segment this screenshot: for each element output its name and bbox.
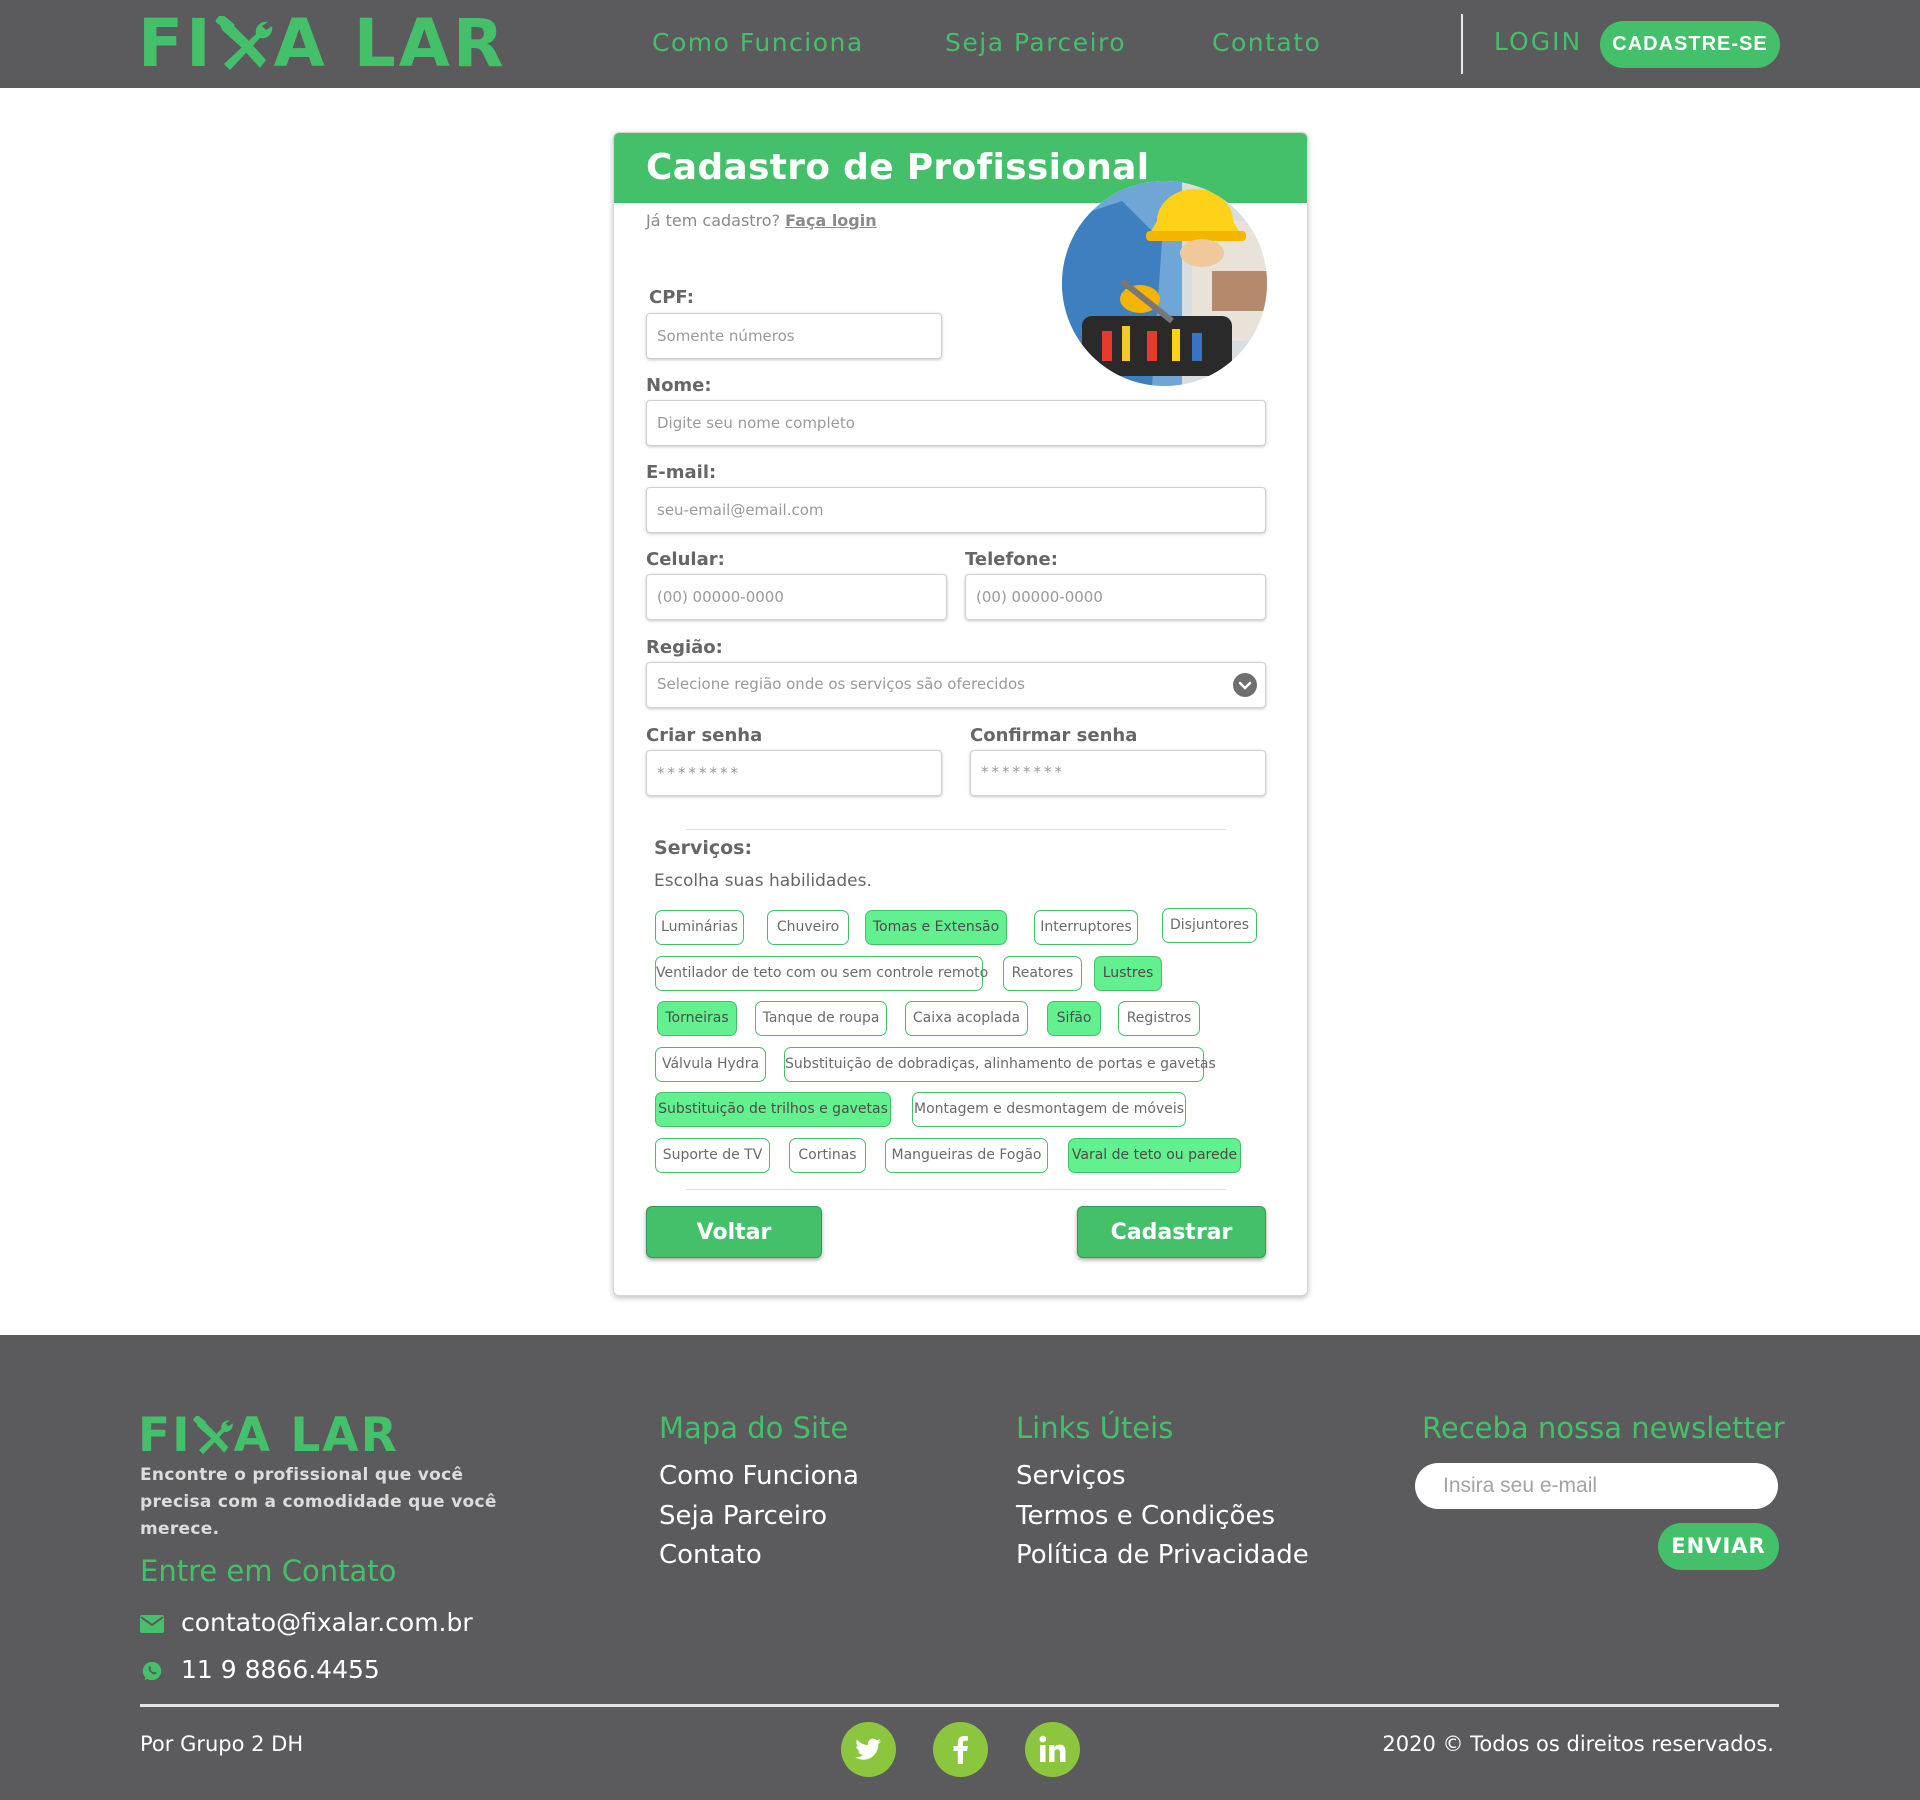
mobile-input[interactable] [646,574,947,620]
nav-contato[interactable]: Contato [1212,28,1321,57]
email-input[interactable] [646,487,1266,533]
mail-icon [140,1615,164,1633]
password-value: ******** [657,764,741,782]
service-chip[interactable]: Sifão [1047,1001,1101,1036]
twitter-icon[interactable] [841,1722,896,1777]
service-chip[interactable]: Tomas e Extensão [865,910,1007,945]
chevron-down-icon[interactable] [1233,673,1257,697]
services-subtitle: Escolha suas habilidades. [654,871,872,891]
region-select-placeholder: Selecione região onde os serviços são of… [657,675,1025,693]
site-footer: FI A LAR Encontre o profissional que você… [0,1335,1920,1800]
service-chip[interactable]: Torneiras [657,1001,737,1036]
service-chip[interactable]: Disjuntores [1162,908,1257,943]
tools-logo-icon [215,16,272,70]
newsletter-email-input[interactable] [1415,1463,1778,1509]
nav-como-funciona[interactable]: Como Funciona [652,28,864,57]
nav-seja-parceiro[interactable]: Seja Parceiro [945,28,1126,57]
region-label: Região: [646,637,723,658]
registration-card: Cadastro de Profissional Já tem cadastro… [613,132,1308,1296]
sitemap-title: Mapa do Site [659,1411,849,1445]
password-label: Criar senha [646,725,763,746]
service-chip[interactable]: Substituição de trilhos e gavetas [655,1092,891,1127]
contact-email-text: contato@fixalar.com.br [181,1608,473,1637]
service-chip[interactable]: Válvula Hydra [655,1047,766,1082]
divider [686,1189,1226,1190]
name-input[interactable] [646,400,1266,446]
mobile-label: Celular: [646,549,725,570]
footer-link-termos[interactable]: Termos e Condições [1016,1501,1275,1531]
service-chip[interactable]: Registros [1118,1001,1200,1036]
service-chip[interactable]: Cortinas [789,1138,866,1173]
login-prompt-link[interactable]: Faça login [785,211,876,230]
service-chip[interactable]: Caixa acoplada [905,1001,1028,1036]
tools-logo-icon [192,1416,233,1455]
newsletter-send-button[interactable]: ENVIAR [1658,1523,1779,1570]
footer-link-servicos[interactable]: Serviços [1016,1461,1126,1491]
email-label: E-mail: [646,462,717,483]
services-title: Serviços: [654,837,753,859]
top-navbar: FI A LAR Como Funciona Seja Parceiro Cont… [0,0,1920,88]
service-chip[interactable]: Ventilador de teto com ou sem controle r… [655,956,988,991]
footer-logo[interactable]: FI A LAR [138,1412,399,1460]
submit-button[interactable]: Cadastrar [1077,1206,1266,1258]
footer-tagline: Encontre o profissional que você precisa… [140,1465,497,1539]
confirm-password-label: Confirmar senha [970,725,1138,746]
service-chip[interactable]: Luminárias [655,910,744,945]
service-chip[interactable]: Chuveiro [767,910,849,945]
footer-link-seja-parceiro[interactable]: Seja Parceiro [659,1501,827,1531]
site-logo[interactable]: FI A LAR [138,10,507,78]
nav-divider [1461,14,1463,74]
footer-copyright: 2020 © Todos os direitos reservados. [1382,1732,1774,1756]
useful-links-title: Links Úteis [1016,1411,1174,1445]
service-chip[interactable]: Interruptores [1034,910,1138,945]
logo-prefix: FI [138,5,214,82]
back-button[interactable]: Voltar [646,1206,822,1258]
cpf-label: CPF: [649,287,694,308]
name-label: Nome: [646,375,712,396]
logo-suffix: A LAR [273,5,507,82]
confirm-password-value: ******** [981,763,1065,781]
footer-credit: Por Grupo 2 DH [140,1732,304,1756]
newsletter-title: Receba nossa newsletter [1422,1411,1785,1445]
phone-label: Telefone: [965,549,1058,570]
login-link[interactable]: LOGIN [1494,27,1582,56]
contact-title: Entre em Contato [140,1554,397,1588]
linkedin-icon[interactable] [1025,1722,1080,1777]
service-chip[interactable]: Lustres [1094,956,1162,991]
login-prompt: Já tem cadastro? Faça login [646,211,877,230]
facebook-icon[interactable] [933,1722,988,1777]
service-chip[interactable]: Suporte de TV [655,1138,770,1173]
confirm-password-input[interactable]: ******** [970,750,1266,796]
contact-phone-text: 11 9 8866.4455 [181,1655,380,1684]
login-prompt-text: Já tem cadastro? [646,211,781,230]
cpf-input[interactable] [646,313,942,359]
footer-link-privacidade[interactable]: Política de Privacidade [1016,1540,1309,1570]
footer-link-contato[interactable]: Contato [659,1540,762,1570]
service-chip[interactable]: Tanque de roupa [755,1001,887,1036]
divider [686,829,1226,830]
signup-button[interactable]: CADASTRE-SE [1600,21,1780,68]
password-input[interactable]: ******** [646,750,942,796]
service-chip[interactable]: Substituição de dobradiças, alinhamento … [784,1047,1216,1082]
logo-suffix: A LAR [233,1408,399,1463]
region-select[interactable]: Selecione região onde os serviços são of… [646,662,1266,708]
professional-photo [1062,181,1267,386]
whatsapp-icon [142,1661,162,1681]
page-title: Cadastro de Profissional [646,147,1150,188]
service-chip[interactable]: Varal de teto ou parede [1068,1138,1241,1173]
service-chip[interactable]: Reatores [1003,956,1082,991]
footer-link-como-funciona[interactable]: Como Funciona [659,1461,859,1491]
logo-prefix: FI [138,1408,192,1463]
footer-divider [140,1704,1779,1707]
service-chip[interactable]: Montagem e desmontagem de móveis [912,1092,1186,1127]
service-chip[interactable]: Mangueiras de Fogão [885,1138,1048,1173]
phone-input[interactable] [965,574,1266,620]
